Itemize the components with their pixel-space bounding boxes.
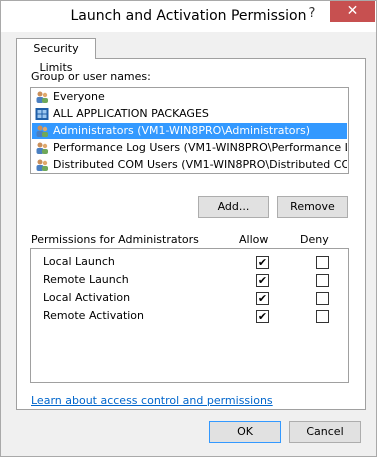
permission-name: Local Launch xyxy=(43,255,115,268)
tab-panel: Group or user names: Everyone ALL APPLIC… xyxy=(16,58,366,410)
allow-checkbox[interactable]: ✔ xyxy=(256,310,269,323)
help-button[interactable]: ? xyxy=(299,3,325,25)
cancel-button[interactable]: Cancel xyxy=(289,421,361,443)
permissions-header: Permissions for Administrators xyxy=(31,233,199,246)
users-icon xyxy=(35,158,49,172)
permission-row: Remote Launch ✔ xyxy=(31,271,348,289)
allow-column-header: Allow xyxy=(239,233,269,246)
permission-row: Local Launch ✔ xyxy=(31,253,348,271)
list-item-label: Performance Log Users (VM1-WIN8PRO\Perfo… xyxy=(53,141,347,154)
list-item[interactable]: Administrators (VM1-WIN8PRO\Administrato… xyxy=(32,123,347,139)
permission-name: Remote Activation xyxy=(43,309,145,322)
allow-checkbox[interactable]: ✔ xyxy=(256,274,269,287)
permission-row: Local Activation ✔ xyxy=(31,289,348,307)
add-button[interactable]: Add... xyxy=(198,196,269,218)
group-list[interactable]: Everyone ALL APPLICATION PACKAGES Admini… xyxy=(30,87,349,174)
close-button[interactable]: ✕ xyxy=(330,1,375,22)
list-item-label: Administrators (VM1-WIN8PRO\Administrato… xyxy=(53,124,311,137)
list-item[interactable]: Distributed COM Users (VM1-WIN8PRO\Distr… xyxy=(32,157,347,173)
list-item[interactable]: ALL APPLICATION PACKAGES xyxy=(32,106,347,122)
deny-column-header: Deny xyxy=(300,233,329,246)
list-item-label: Distributed COM Users (VM1-WIN8PRO\Distr… xyxy=(53,158,347,171)
learn-more-link[interactable]: Learn about access control and permissio… xyxy=(31,394,273,407)
list-item-label: ALL APPLICATION PACKAGES xyxy=(53,107,209,120)
users-icon xyxy=(35,124,49,138)
tab-security-limits[interactable]: Security Limits xyxy=(16,38,96,74)
users-icon xyxy=(35,90,49,104)
permission-row: Remote Activation ✔ xyxy=(31,307,348,325)
remove-button[interactable]: Remove xyxy=(277,196,348,218)
list-item[interactable]: Performance Log Users (VM1-WIN8PRO\Perfo… xyxy=(32,140,347,156)
permission-dialog: Launch and Activation Permission ? ✕ Sec… xyxy=(0,0,377,457)
users-icon xyxy=(35,141,49,155)
allow-checkbox[interactable]: ✔ xyxy=(256,256,269,269)
ok-button[interactable]: OK xyxy=(209,421,281,443)
window-title: Launch and Activation Permission xyxy=(70,8,307,24)
deny-checkbox[interactable] xyxy=(316,310,329,323)
title-bar[interactable]: Launch and Activation Permission ? ✕ xyxy=(1,1,376,32)
list-item-label: Everyone xyxy=(53,90,105,103)
permissions-list: Local Launch ✔ Remote Launch ✔ Local Act… xyxy=(30,248,349,383)
deny-checkbox[interactable] xyxy=(316,292,329,305)
deny-checkbox[interactable] xyxy=(316,256,329,269)
permission-name: Remote Launch xyxy=(43,273,129,286)
list-item[interactable]: Everyone xyxy=(32,89,347,105)
deny-checkbox[interactable] xyxy=(316,274,329,287)
allow-checkbox[interactable]: ✔ xyxy=(256,292,269,305)
app-packages-icon xyxy=(35,107,49,121)
permission-name: Local Activation xyxy=(43,291,131,304)
